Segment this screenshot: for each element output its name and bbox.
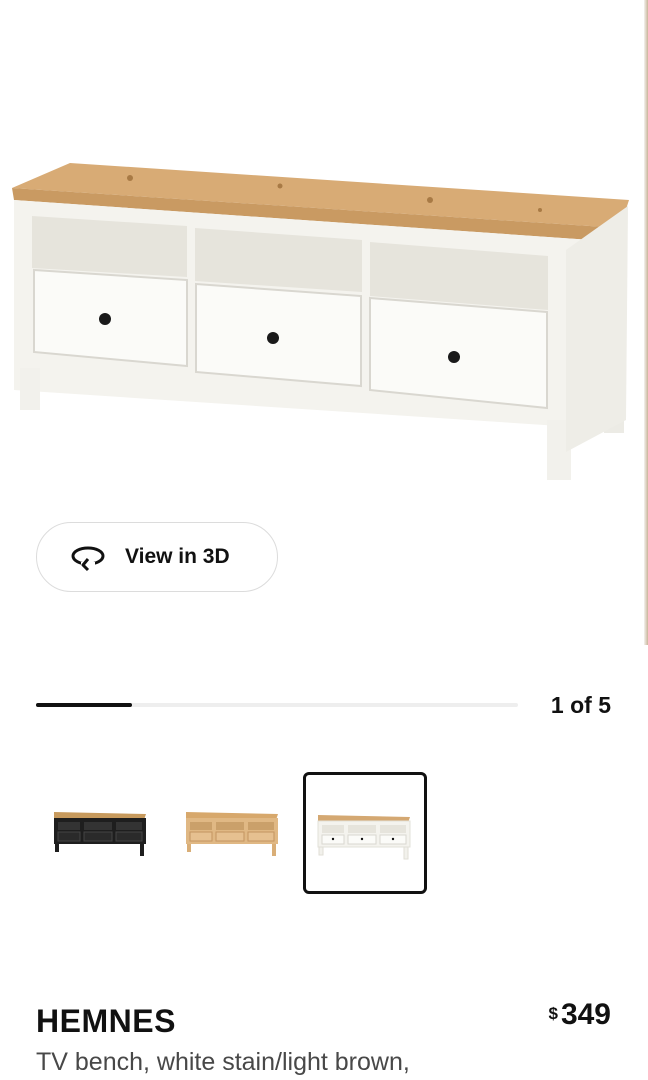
next-image-peek <box>644 0 648 645</box>
thumbnail-white-stain[interactable] <box>303 772 427 894</box>
product-price: $349 <box>548 998 611 1032</box>
product-name: HEMNES <box>36 1003 176 1039</box>
thumbnail-image <box>317 815 411 860</box>
thumbnail-image <box>186 812 278 856</box>
view-in-3d-label: View in 3D <box>125 545 230 568</box>
thumbnail-black-brown[interactable] <box>36 772 160 894</box>
gallery-progress-bar <box>36 703 518 707</box>
gallery-progress-fill <box>36 703 133 707</box>
price-currency: $ <box>548 1004 558 1023</box>
product-description: TV bench, white stain/light brown, <box>36 1048 410 1076</box>
thumbnail-image <box>54 812 146 856</box>
price-amount: 349 <box>560 998 611 1031</box>
thumbnail-light-brown[interactable] <box>170 772 294 894</box>
view-in-3d-button[interactable]: View in 3D <box>36 522 278 592</box>
rotate-3d-icon <box>71 546 105 572</box>
image-counter: 1 of 5 <box>550 692 611 718</box>
